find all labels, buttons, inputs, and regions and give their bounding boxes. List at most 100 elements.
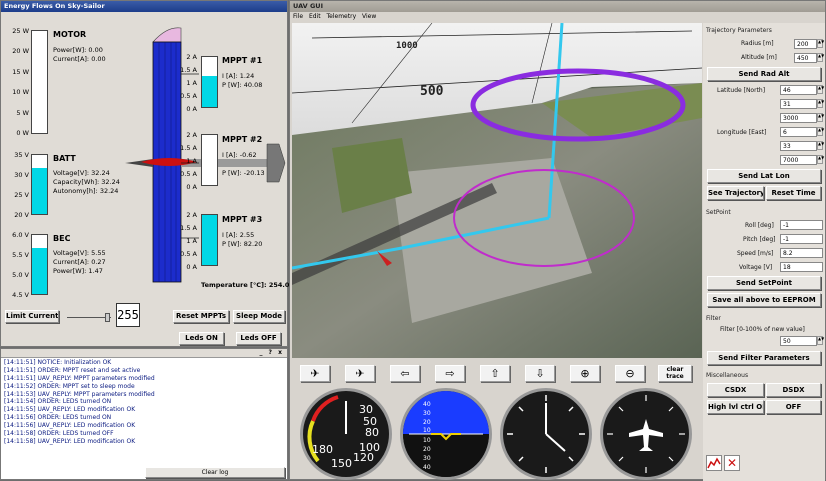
map-tool-button[interactable]: ✈ xyxy=(300,365,330,382)
leds-off-button[interactable]: Leds OFF xyxy=(236,332,281,345)
roll-input[interactable]: -1 xyxy=(780,220,823,230)
batt-voltage: Voltage[V]: 32.24 xyxy=(53,169,110,177)
log-window-controls[interactable]: _ ? x xyxy=(259,349,284,356)
mppt1-tick: 1 A xyxy=(186,79,197,87)
airspeed-tick: 30 xyxy=(359,403,373,416)
csdx-button[interactable]: CSDX xyxy=(707,383,764,397)
clear-trace-button[interactable]: clear trace xyxy=(658,365,692,382)
leds-on-button[interactable]: Leds ON xyxy=(179,332,224,345)
mppt3-tick: 1 A xyxy=(186,237,197,245)
sleep-mode-button[interactable]: Sleep Mode xyxy=(233,310,285,323)
filter-spinner[interactable]: ▲▼ xyxy=(817,336,824,345)
parameter-panel: Trajectory Parameters Radius [m] 200 ▲▼ … xyxy=(703,23,825,481)
status-chart-icon[interactable] xyxy=(706,455,722,471)
send-lat-lon-button[interactable]: Send Lat Lon xyxy=(707,169,821,183)
trajectory-group-title: Trajectory Parameters xyxy=(706,27,772,34)
high-lvl-ctrl-button[interactable]: High lvl ctrl ON xyxy=(707,400,764,414)
menu-view[interactable]: View xyxy=(362,13,376,20)
mppt2-tick: 1 A xyxy=(186,157,197,165)
send-rad-alt-button[interactable]: Send Rad Alt xyxy=(707,67,821,81)
filter-label: Filter [0-100% of new value] xyxy=(720,326,805,333)
mppt1-bar-fill xyxy=(202,76,217,107)
heading-indicator xyxy=(600,388,692,480)
misc-group-title: Miscellaneous xyxy=(706,372,749,379)
dsdx-button[interactable]: DSDX xyxy=(766,383,821,397)
send-setpoint-button[interactable]: Send SetPoint xyxy=(707,276,821,290)
see-trajectory-button[interactable]: See Trajectory xyxy=(707,186,764,200)
airspeed-tick: 180 xyxy=(312,443,333,456)
latitude-min-input[interactable]: 31 xyxy=(780,99,817,109)
arrow-left-button[interactable]: ⇦ xyxy=(390,365,420,382)
mppt1-tick: 1.5 A xyxy=(180,66,197,74)
motor-tick: 5 W xyxy=(16,109,29,117)
log-line: [14:11:51] ORDER: MPPT reset and set act… xyxy=(4,366,141,374)
latitude-label: Latitude [North] xyxy=(717,87,766,94)
current-slider-handle[interactable] xyxy=(105,313,110,322)
mppt2-tick: 2 A xyxy=(186,131,197,139)
batt-tick: 30 V xyxy=(14,171,29,179)
zoom-in-button[interactable]: ⊕ xyxy=(570,365,600,382)
batt-bar xyxy=(31,154,48,215)
map-3d-view[interactable]: 1000 500 xyxy=(292,23,702,358)
airspeed-dial: 180 150 120 100 80 50 30 xyxy=(307,395,380,470)
uav-gui-title: UAV GUI xyxy=(293,2,323,10)
log-line: [14:11:58] ORDER: LEDS turned OFF xyxy=(4,430,114,438)
zoom-out-button[interactable]: ⊖ xyxy=(615,365,645,382)
latitude-deg-input[interactable]: 46 xyxy=(780,85,817,95)
longitude-sec-input[interactable]: 7000 xyxy=(780,155,817,165)
longitude-min-input[interactable]: 33 xyxy=(780,141,817,151)
attitude-tick: 10 xyxy=(423,427,431,434)
mppt3-tick: 0.5 A xyxy=(180,250,197,258)
clear-log-button[interactable]: Clear log xyxy=(145,467,285,478)
latitude-sec-spinner[interactable]: ▲▼ xyxy=(817,113,824,122)
tail-fin xyxy=(152,27,182,43)
radius-input[interactable]: 200 xyxy=(794,39,817,49)
longitude-sec-spinner[interactable]: ▲▼ xyxy=(817,155,824,164)
heading-dial xyxy=(607,395,685,473)
off-button[interactable]: OFF xyxy=(766,400,821,414)
menu-file[interactable]: File xyxy=(293,13,303,20)
mppt2-tick: 0 A xyxy=(186,183,197,191)
energy-title-bar: Energy Flows On Sky-Sailor xyxy=(1,1,287,12)
latitude-min-spinner[interactable]: ▲▼ xyxy=(817,99,824,108)
bec-tick: 4.5 V xyxy=(12,291,29,299)
log-line: [14:11:51] UAV_REPLY: MPPT parameters mo… xyxy=(4,374,155,382)
radius-spinner[interactable]: ▲▼ xyxy=(817,39,824,48)
plane-view-button[interactable]: ✈ xyxy=(345,365,375,382)
limit-current-button[interactable]: Limit Current xyxy=(5,310,59,323)
mppt3-power: P [W]: 82.20 xyxy=(222,240,263,248)
motor-tick: 0 W xyxy=(16,129,29,137)
bec-tick: 5.5 V xyxy=(12,251,29,259)
motor-tick: 25 W xyxy=(12,27,29,35)
longitude-min-spinner[interactable]: ▲▼ xyxy=(817,141,824,150)
mppt1-power: P [W]: 40.08 xyxy=(222,81,263,89)
altitude-input[interactable]: 450 xyxy=(794,53,817,63)
arrow-up-button[interactable]: ⇧ xyxy=(480,365,510,382)
menu-telemetry[interactable]: Telemetry xyxy=(327,13,357,20)
save-eeprom-button[interactable]: Save all above to EEPROM xyxy=(707,293,821,307)
batt-tick: 25 V xyxy=(14,191,29,199)
latitude-sec-input[interactable]: 3000 xyxy=(780,113,817,123)
pitch-input[interactable]: -1 xyxy=(780,234,823,244)
filter-input[interactable]: 50 xyxy=(780,336,817,346)
longitude-deg-spinner[interactable]: ▲▼ xyxy=(817,127,824,136)
longitude-deg-input[interactable]: 6 xyxy=(780,127,817,137)
attitude-tick: 10 xyxy=(423,437,431,444)
arrow-down-button[interactable]: ⇩ xyxy=(525,365,555,382)
latitude-deg-spinner[interactable]: ▲▼ xyxy=(817,85,824,94)
log-line: [14:11:52] ORDER: MPPT set to sleep mode xyxy=(4,382,135,390)
energy-window: Energy Flows On Sky-Sailor 25 W 20 W 15 … xyxy=(0,0,294,347)
altitude-spinner[interactable]: ▲▼ xyxy=(817,53,824,62)
disconnect-icon[interactable]: ✕ xyxy=(724,455,740,471)
reset-mppts-button[interactable]: Reset MPPTs xyxy=(173,310,229,323)
mppt2-current: I [A]: -0.62 xyxy=(222,151,257,159)
mppt2-tick: 1.5 A xyxy=(180,144,197,152)
arrow-right-button[interactable]: ⇨ xyxy=(435,365,465,382)
speed-input[interactable]: 8.2 xyxy=(780,248,823,258)
reset-time-button[interactable]: Reset Time xyxy=(766,186,821,200)
menu-edit[interactable]: Edit xyxy=(309,13,321,20)
log-line: [14:11:56] ORDER: LEDS turned ON xyxy=(4,414,112,422)
bec-power: Power[W]: 1.47 xyxy=(53,267,103,275)
send-filter-button[interactable]: Send Filter Parameters xyxy=(707,351,821,365)
voltage-input[interactable]: 18 xyxy=(780,262,823,272)
